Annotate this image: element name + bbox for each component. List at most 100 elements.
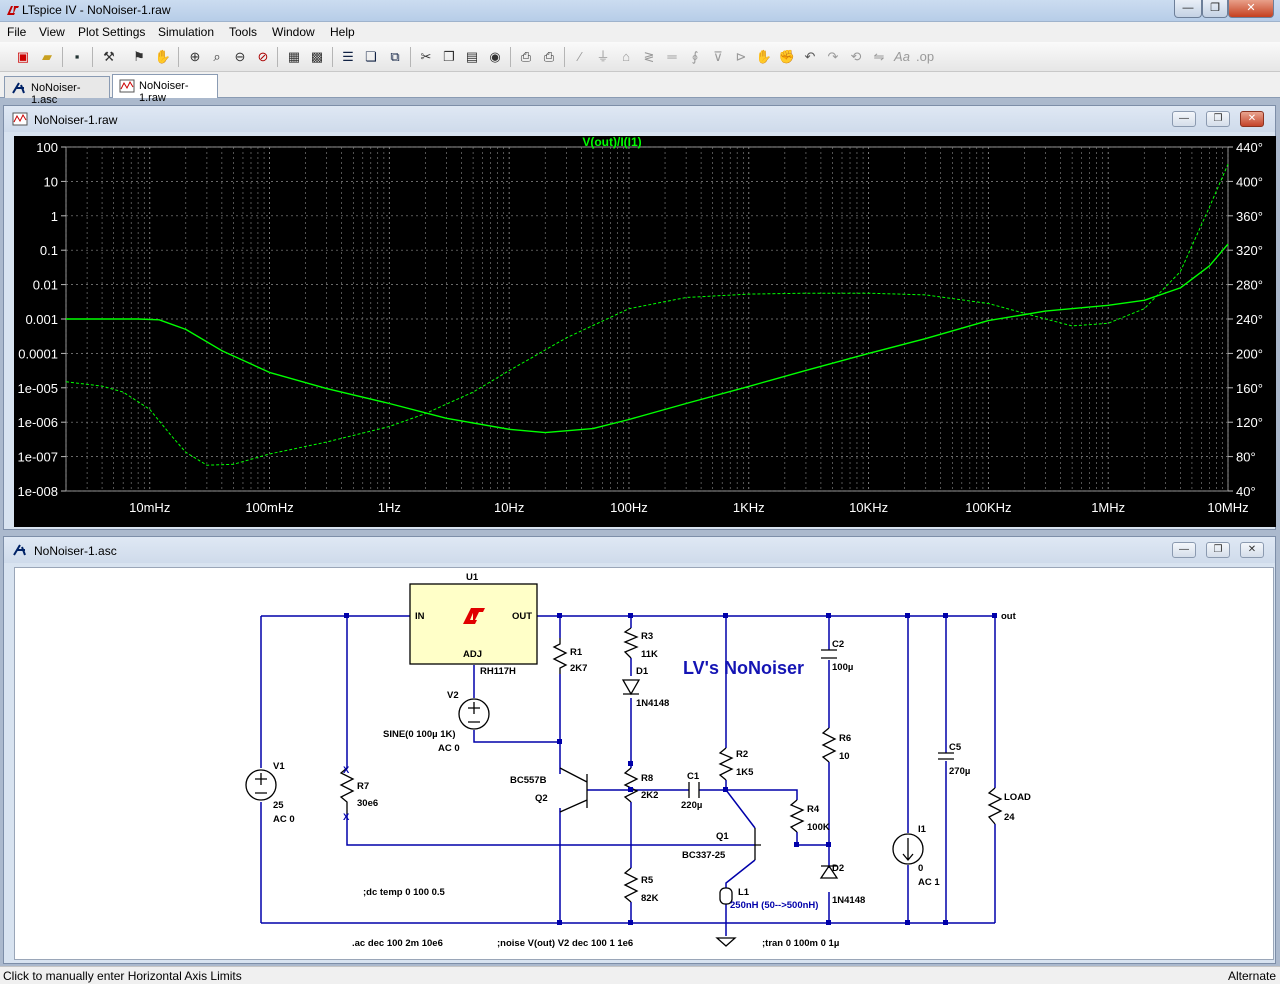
schematic-close-button[interactable]: ✕: [1240, 542, 1264, 558]
resistor-icon[interactable]: ≷: [640, 48, 658, 66]
zoom-out-icon[interactable]: ⊖: [231, 48, 249, 66]
zoom-in-icon[interactable]: ⊕: [186, 48, 204, 66]
redo-icon[interactable]: ↷: [824, 48, 842, 66]
minimize-button[interactable]: —: [1174, 0, 1202, 18]
wire[interactable]: [725, 780, 756, 829]
zoom-fit-icon[interactable]: ⊘: [254, 48, 272, 66]
waveform-restore-button[interactable]: ❐: [1206, 111, 1230, 127]
resistor-r1[interactable]: [552, 638, 568, 674]
i1-label: I1: [918, 824, 927, 835]
open-folder-icon[interactable]: ▰: [38, 48, 56, 66]
resistor-r3[interactable]: [623, 627, 639, 659]
y2-tick-label: 240°: [1236, 312, 1263, 327]
rotate-icon[interactable]: ⟲: [847, 48, 865, 66]
y-tick-label: 0.01: [33, 278, 58, 293]
ground-icon[interactable]: ⏚: [594, 48, 612, 66]
close-window-icon[interactable]: ⧉: [386, 48, 404, 66]
new-schematic-icon[interactable]: ▣: [14, 48, 32, 66]
close-button[interactable]: ✕: [1228, 0, 1274, 18]
toolbar-separator: [510, 47, 511, 67]
tab-waveform[interactable]: NoNoiser-1.raw: [112, 74, 218, 104]
resistor-r6[interactable]: [821, 727, 837, 763]
resistor-load[interactable]: [987, 787, 1003, 825]
schematic-minimize-button[interactable]: —: [1172, 542, 1196, 558]
autorange-icon[interactable]: ▦: [285, 48, 303, 66]
menu-plot-settings[interactable]: Plot Settings: [78, 25, 145, 39]
diode-d1[interactable]: [621, 679, 641, 696]
l1-value: 250nH (50-->500nH): [730, 900, 818, 911]
menu-file[interactable]: File: [7, 25, 26, 39]
halt-icon[interactable]: ✋: [154, 48, 172, 66]
wire[interactable]: [796, 832, 829, 846]
print-icon[interactable]: ⎙: [540, 48, 558, 66]
capacitor-icon[interactable]: ═: [663, 48, 681, 66]
run-icon[interactable]: ⚑: [130, 48, 148, 66]
no-connect-marker: X: [343, 812, 350, 823]
diode-icon[interactable]: ⊽: [709, 48, 727, 66]
directive-ac[interactable]: .ac dec 100 2m 10e6: [352, 938, 443, 949]
wire[interactable]: [473, 730, 560, 743]
resistor-r5[interactable]: [623, 867, 639, 903]
capacitor-c2[interactable]: [821, 649, 837, 659]
r7-value: 30e6: [357, 798, 378, 809]
tab-schematic[interactable]: NoNoiser-1.asc: [4, 76, 110, 106]
directive-noise[interactable]: ;noise V(out) V2 dec 100 1 1e6: [497, 938, 633, 949]
menu-simulation[interactable]: Simulation: [158, 25, 214, 39]
save-icon[interactable]: ▪: [68, 48, 86, 66]
menu-window[interactable]: Window: [272, 25, 315, 39]
schematic-canvas[interactable]: U1 IN OUT ADJ RH117H V1 25 AC 0 V2 SINE(…: [14, 567, 1274, 960]
toolbar: ▣ ▰ ▪ ⚒ ⚑ ✋ ⊕ ⌕ ⊖ ⊘ ▦ ▩ ☰ ❏ ⧉ ✂ ❐ ▤ ◉ ⎙ …: [0, 42, 1280, 72]
waveform-minimize-button[interactable]: —: [1172, 111, 1196, 127]
grid-icon[interactable]: ▩: [308, 48, 326, 66]
mirror-icon[interactable]: ⇋: [870, 48, 888, 66]
schematic-drawing[interactable]: U1 IN OUT ADJ RH117H V1 25 AC 0 V2 SINE(…: [15, 568, 1273, 959]
zoom-area-icon[interactable]: ⌕: [208, 48, 226, 66]
capacitor-c5[interactable]: [938, 752, 954, 760]
wire[interactable]: [725, 859, 756, 888]
transistor-q1[interactable]: [754, 828, 761, 860]
menu-view[interactable]: View: [39, 25, 65, 39]
text-icon[interactable]: Aa: [893, 48, 911, 66]
menu-bar: File View Plot Settings Simulation Tools…: [0, 22, 1280, 42]
resistor-r4[interactable]: [789, 799, 805, 833]
plot-pane[interactable]: 10mHz 100mHz 1Hz 10Hz 100Hz 1KHz 10KHz 100KHz 1M…: [14, 135, 1276, 527]
resistor-r8[interactable]: [623, 767, 639, 803]
q2-label: Q2: [535, 793, 548, 804]
component-icon[interactable]: ⊳: [732, 48, 750, 66]
wire[interactable]: [346, 814, 755, 846]
schematic-restore-button[interactable]: ❐: [1206, 542, 1230, 558]
find-icon[interactable]: ◉: [486, 48, 504, 66]
menu-help[interactable]: Help: [330, 25, 355, 39]
drag-icon[interactable]: ✊: [778, 48, 796, 66]
move-icon[interactable]: ✋: [755, 48, 773, 66]
cascade-icon[interactable]: ❏: [362, 48, 380, 66]
copy-icon[interactable]: ❐: [440, 48, 458, 66]
status-mode: Alternate: [1227, 969, 1276, 983]
y2-tick-label: 320°: [1236, 243, 1263, 258]
directive-tran[interactable]: ;tran 0 100m 0 1µ: [762, 938, 839, 949]
waveform-window: NoNoiser-1.raw — ❐ ✕ 10mHz 100mHz 1Hz 10Hz 1…: [3, 105, 1276, 530]
print-preview-icon[interactable]: ⎙: [517, 48, 535, 66]
tile-horizontal-icon[interactable]: ☰: [339, 48, 357, 66]
inductor-icon[interactable]: ∮: [686, 48, 704, 66]
resistor-r2[interactable]: [718, 747, 734, 781]
transistor-q2[interactable]: [559, 767, 588, 813]
spice-directive-icon[interactable]: .op: [916, 48, 934, 66]
wire-icon[interactable]: ∕: [571, 48, 589, 66]
waveform-close-button[interactable]: ✕: [1240, 111, 1264, 127]
bode-plot[interactable]: 10mHz 100mHz 1Hz 10Hz 100Hz 1KHz 10KHz 100KHz 1M…: [14, 135, 1276, 527]
wire[interactable]: [699, 789, 798, 800]
control-panel-icon[interactable]: ⚒: [100, 48, 118, 66]
directive-dc[interactable]: ;dc temp 0 100 0.5: [363, 887, 446, 898]
toolbar-separator: [410, 47, 411, 67]
y2-tick-label: 200°: [1236, 346, 1263, 361]
toolbar-separator: [332, 47, 333, 67]
capacitor-c1[interactable]: [688, 782, 700, 798]
undo-icon[interactable]: ↶: [801, 48, 819, 66]
label-net-icon[interactable]: ⌂: [617, 48, 635, 66]
menu-tools[interactable]: Tools: [229, 25, 257, 39]
maximize-button[interactable]: ❐: [1202, 0, 1228, 18]
v1-ac: AC 0: [273, 814, 295, 825]
cut-icon[interactable]: ✂: [417, 48, 435, 66]
paste-icon[interactable]: ▤: [463, 48, 481, 66]
